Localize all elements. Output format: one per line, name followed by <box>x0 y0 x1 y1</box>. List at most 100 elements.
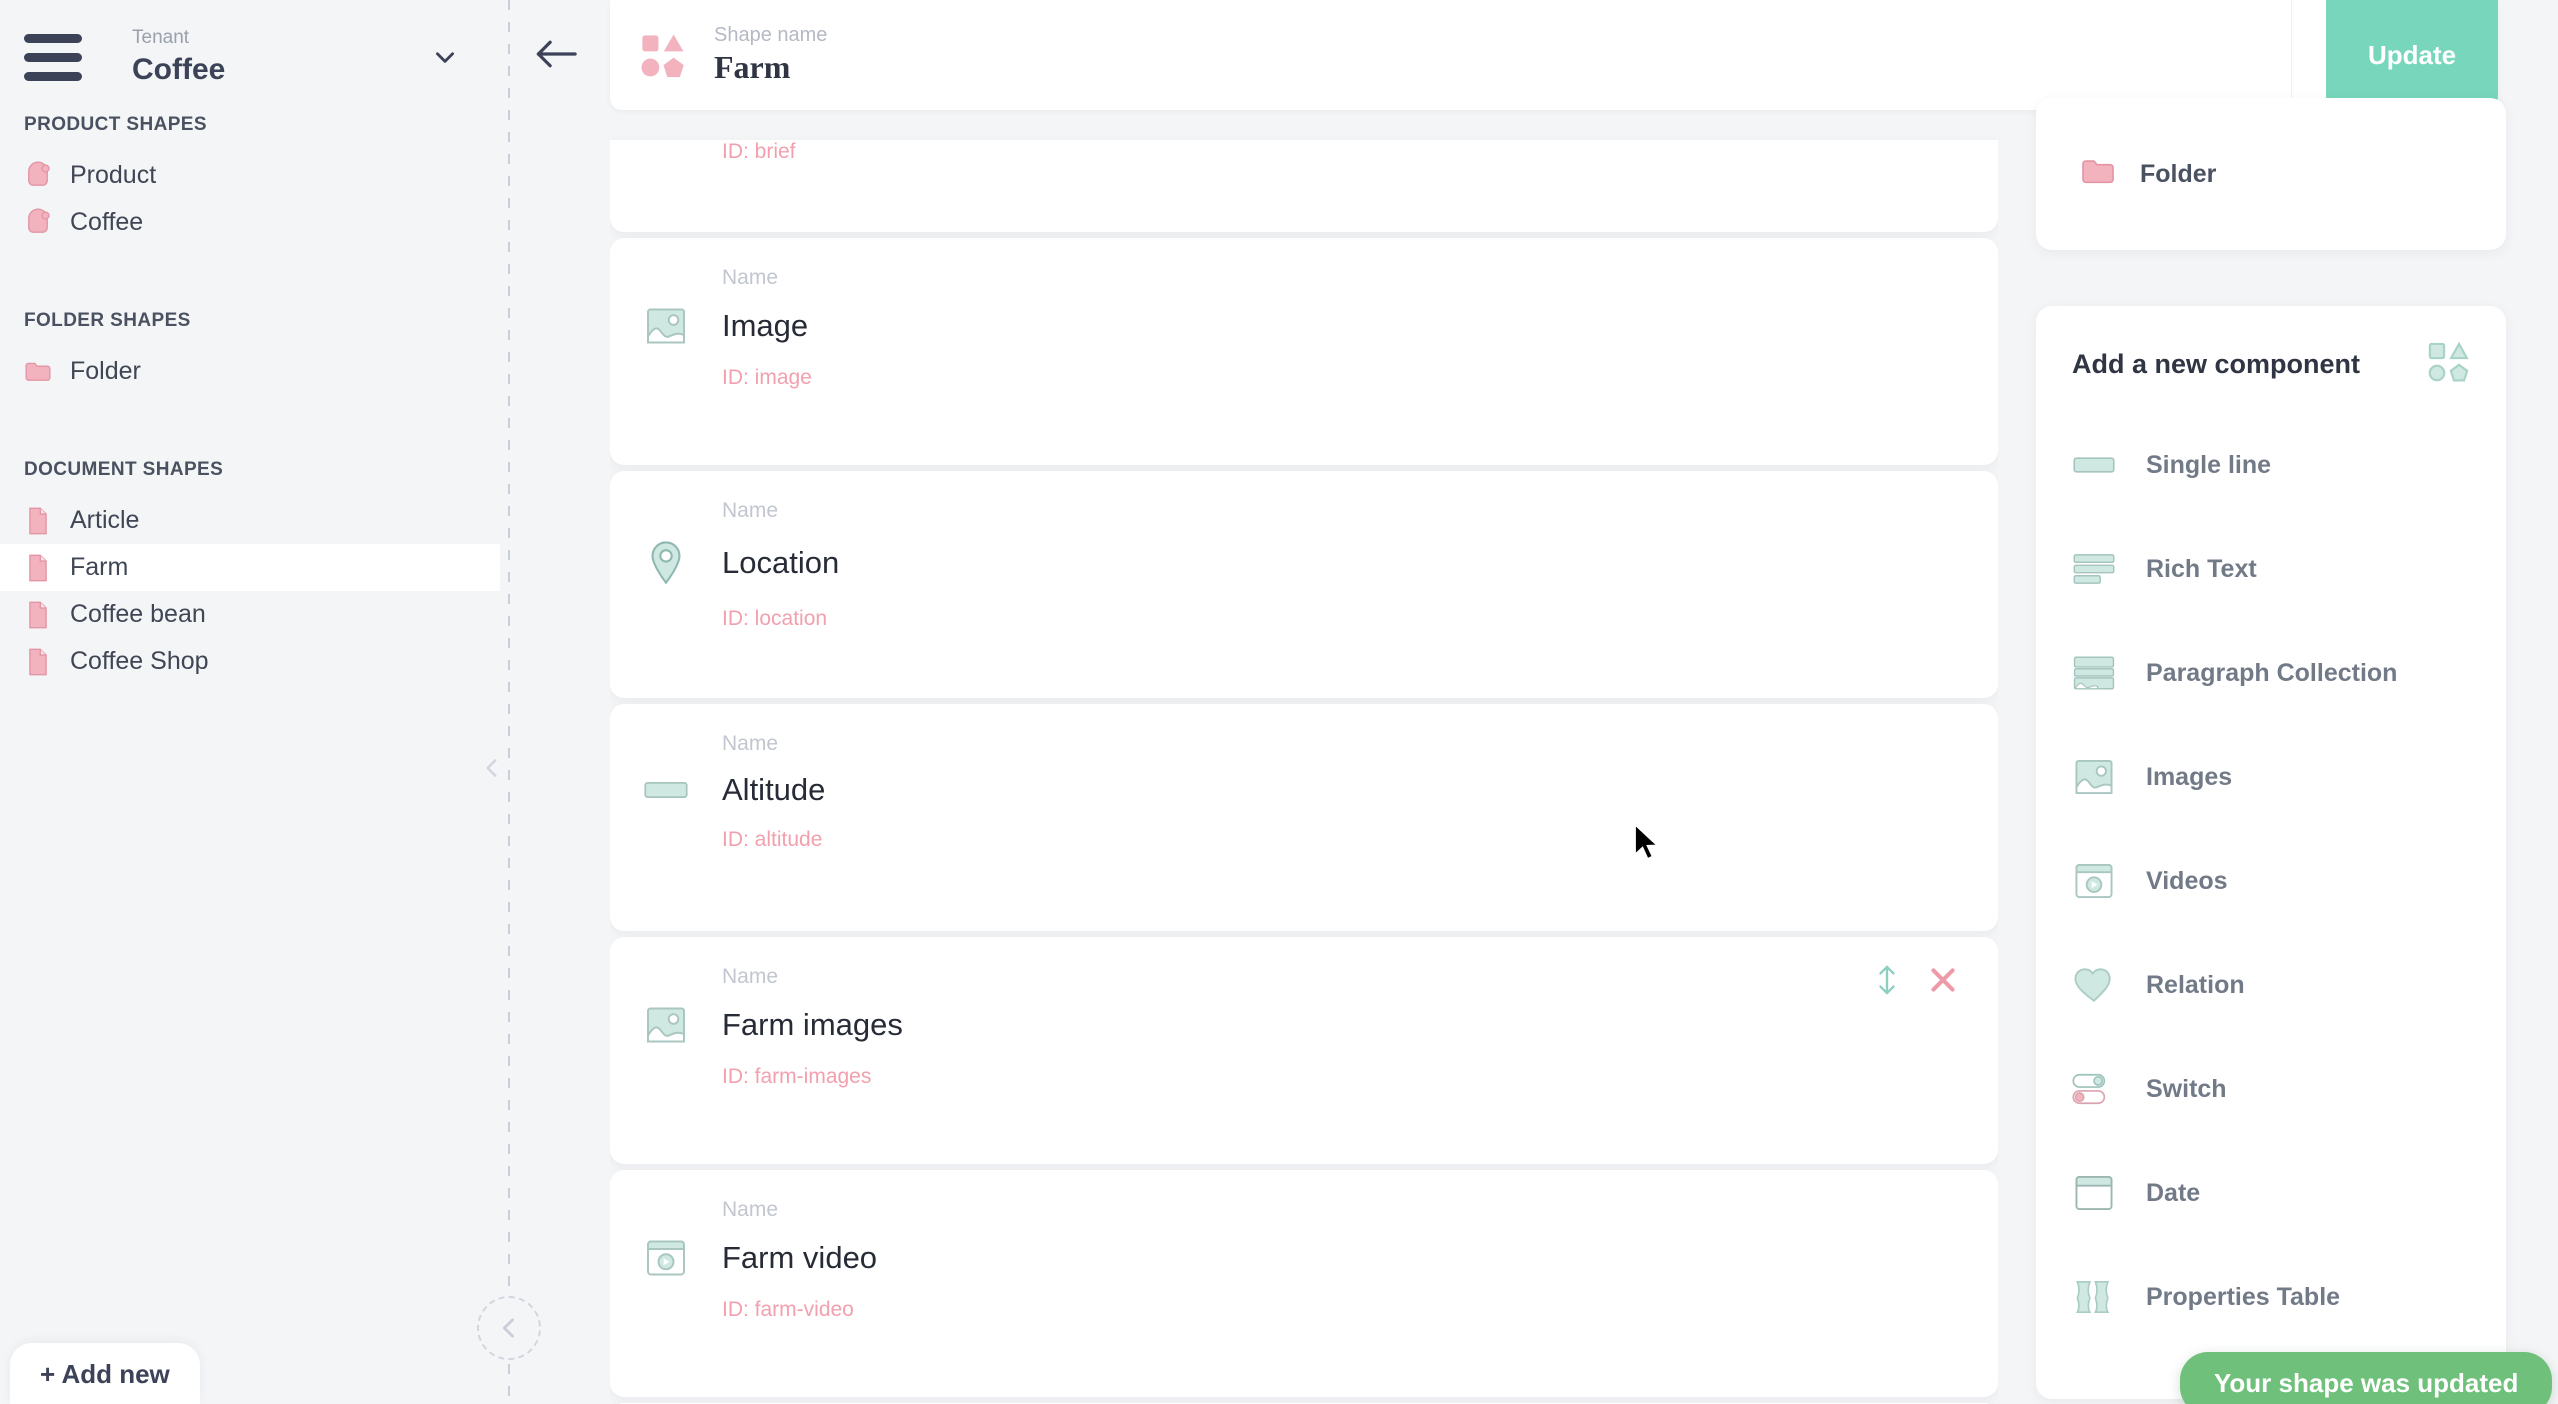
component-option-label: Rich Text <box>2146 554 2257 583</box>
close-x-icon[interactable] <box>1926 963 1960 997</box>
add-component-title: Add a new component <box>2072 349 2361 379</box>
component-card[interactable]: Name Farm video ID: farm-video <box>610 1170 1998 1397</box>
back-arrow-icon[interactable] <box>522 22 590 86</box>
sidebar-item-label: Coffee Shop <box>70 647 209 675</box>
sidebar-item-coffee-bean[interactable]: Coffee bean <box>0 591 500 638</box>
chevron-down-icon[interactable] <box>428 40 462 74</box>
sidebar-item-farm[interactable]: Farm <box>0 544 500 591</box>
video-icon <box>638 1238 694 1278</box>
component-id: ID: altitude <box>722 828 823 851</box>
add-new-button[interactable]: + Add new <box>10 1343 200 1404</box>
component-card[interactable]: Name Altitude ID: altitude <box>610 704 1998 931</box>
paragraph-collection-icon <box>2072 656 2116 690</box>
component-id: ID: brief <box>722 140 796 163</box>
component-id: ID: location <box>722 607 828 630</box>
component-option-relation[interactable]: Relation <box>2036 953 2506 1017</box>
folder-shape-icon <box>24 357 52 387</box>
folder-shape-icon <box>2080 157 2116 192</box>
component-option-rich-text[interactable]: Rich Text <box>2036 537 2506 601</box>
single-line-icon <box>638 779 694 801</box>
document-shape-icon <box>24 553 52 583</box>
row-collapse-chevron-icon[interactable] <box>474 748 510 788</box>
sidebar-section-title-product-shapes: PRODUCT SHAPES <box>24 114 207 135</box>
component-card[interactable]: Name Location ID: location <box>610 471 1998 698</box>
component-name-value: Farm video <box>722 1240 878 1275</box>
sidebar-header: Tenant Coffee <box>0 0 500 96</box>
component-id: ID: farm-video <box>722 1298 854 1321</box>
component-name-value: Image <box>722 308 809 343</box>
right-sidebar: Folder Add a new component Single line R… <box>2036 0 2506 1404</box>
component-name-label: Name <box>722 1198 779 1221</box>
folder-panel-label: Folder <box>2140 159 2217 188</box>
component-option-images[interactable]: Images <box>2036 745 2506 809</box>
single-line-icon <box>2072 455 2116 475</box>
component-option-label: Images <box>2146 762 2233 791</box>
component-id: ID: image <box>722 366 812 389</box>
component-name-label: Name <box>722 266 779 289</box>
date-icon <box>2072 1174 2116 1212</box>
sidebar-item-label: Product <box>70 161 157 189</box>
component-card[interactable]: Name Image ID: image <box>610 238 1998 465</box>
component-option-label: Properties Table <box>2146 1282 2341 1311</box>
component-name-value: Farm images <box>722 1007 903 1042</box>
component-option-videos[interactable]: Videos <box>2036 849 2506 913</box>
component-option-label: Paragraph Collection <box>2146 658 2398 687</box>
add-component-panel: Add a new component Single line Rich Tex… <box>2036 306 2506 1399</box>
sidebar-item-product[interactable]: Product <box>0 152 500 199</box>
sidebar-item-label: Article <box>70 506 140 534</box>
component-option-paragraph-collection[interactable]: Paragraph Collection <box>2036 641 2506 705</box>
sidebar-section-title-document-shapes: DOCUMENT SHAPES <box>24 459 224 480</box>
component-card-actions <box>1870 963 1960 997</box>
image-icon <box>2072 758 2116 796</box>
product-shape-icon <box>24 207 52 238</box>
app-root: Tenant Coffee PRODUCT SHAPES Product Cof… <box>0 0 2558 1404</box>
sidebar-item-coffee-shop[interactable]: Coffee Shop <box>0 638 500 685</box>
document-shape-icon <box>24 600 52 630</box>
shapes-icon <box>2426 340 2470 389</box>
tenant-selector[interactable]: Tenant Coffee <box>132 26 428 88</box>
component-card[interactable]: ID: brief <box>610 140 1998 232</box>
sidebar-item-label: Farm <box>70 553 129 581</box>
image-icon <box>638 1005 694 1045</box>
panel-divider <box>508 0 510 1404</box>
sidebar-collapse-button[interactable] <box>477 1296 541 1360</box>
component-option-switch[interactable]: Switch <box>2036 1057 2506 1121</box>
sidebar-section-title-folder-shapes: FOLDER SHAPES <box>24 310 191 331</box>
component-option-label: Relation <box>2146 970 2245 999</box>
properties-table-icon <box>2072 1279 2116 1315</box>
component-option-label: Videos <box>2146 866 2228 895</box>
sidebar-item-label: Folder <box>70 357 141 385</box>
folder-panel[interactable]: Folder <box>2036 98 2506 250</box>
sidebar-item-label: Coffee <box>70 208 144 236</box>
component-option-label: Date <box>2146 1178 2201 1207</box>
component-id: ID: farm-images <box>722 1065 872 1088</box>
add-component-header: Add a new component <box>2036 340 2506 389</box>
component-name-label: Name <box>722 732 779 755</box>
sidebar-item-folder[interactable]: Folder <box>0 348 500 395</box>
move-vertical-icon[interactable] <box>1870 963 1904 997</box>
sidebar-item-label: Coffee bean <box>70 600 206 628</box>
switch-icon <box>2072 1072 2116 1106</box>
sidebar-item-article[interactable]: Article <box>0 497 500 544</box>
image-icon <box>638 306 694 346</box>
tenant-name: Coffee <box>132 52 226 86</box>
sidebar: Tenant Coffee PRODUCT SHAPES Product Cof… <box>0 0 500 1404</box>
component-option-properties-table[interactable]: Properties Table <box>2036 1265 2506 1329</box>
component-option-date[interactable]: Date <box>2036 1161 2506 1225</box>
tenant-label: Tenant <box>132 26 190 48</box>
video-icon <box>2072 862 2116 900</box>
component-card[interactable]: Name Farm images ID: farm-images <box>610 937 1998 1164</box>
shapes-icon <box>634 27 690 83</box>
component-name-value: Altitude <box>722 772 826 807</box>
component-list: ID: brief Name Image ID: image Name Loca… <box>610 110 1998 1404</box>
location-pin-icon <box>638 539 694 587</box>
component-name-value: Location <box>722 545 840 580</box>
document-shape-icon <box>24 647 52 677</box>
rich-text-icon <box>2072 553 2116 585</box>
sidebar-item-coffee[interactable]: Coffee <box>0 199 500 246</box>
component-option-single-line[interactable]: Single line <box>2036 433 2506 497</box>
hamburger-icon[interactable] <box>24 33 82 81</box>
component-name-label: Name <box>722 499 779 522</box>
